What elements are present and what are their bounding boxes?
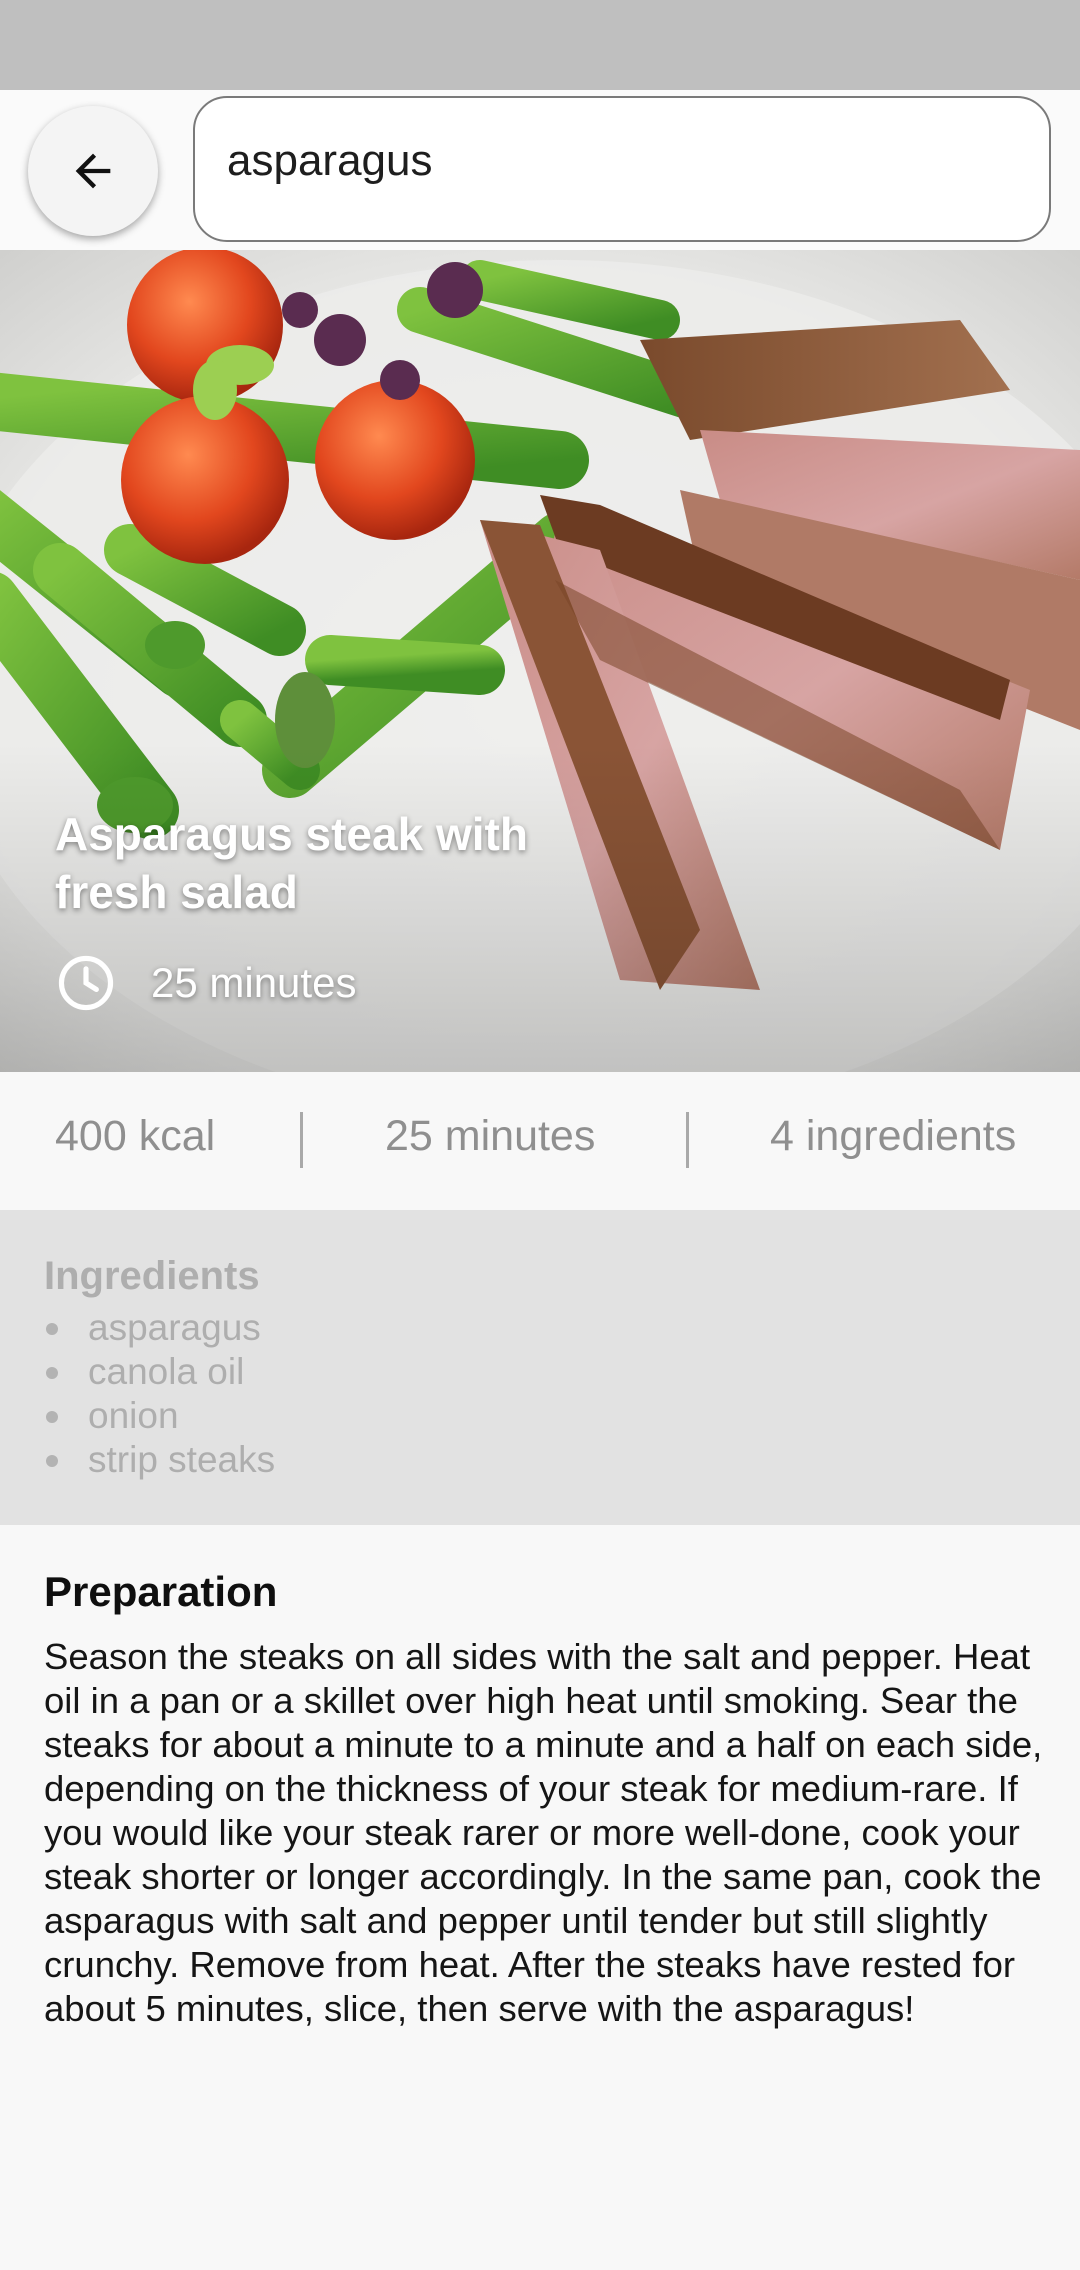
back-button[interactable] — [28, 106, 158, 236]
recipe-time-label: 25 minutes — [151, 959, 357, 1006]
ingredients-list: asparagus canola oil onion strip steaks — [44, 1306, 275, 1482]
preparation-section: Preparation Season the steaks on all sid… — [0, 1525, 1080, 2270]
duration-stat: 25 minutes — [385, 1112, 596, 1160]
stats-divider — [300, 1112, 303, 1168]
stats-divider — [686, 1112, 689, 1168]
calories-stat: 400 kcal — [55, 1112, 216, 1160]
ingredients-heading: Ingredients — [44, 1254, 260, 1298]
recipe-title: Asparagus steak with fresh salad — [55, 808, 528, 918]
top-bar — [0, 90, 1080, 250]
ingredient-item: onion — [44, 1394, 275, 1438]
ingredients-section: Ingredients asparagus canola oil onion s… — [0, 1210, 1080, 1525]
recipe-stats: 400 kcal 25 minutes 4 ingredients — [0, 1072, 1080, 1210]
preparation-heading: Preparation — [44, 1568, 278, 1615]
clock-icon — [58, 955, 114, 1011]
arrow-left-icon — [75, 153, 111, 189]
recipe-hero-image: Asparagus steak with fresh salad 25 minu… — [0, 250, 1080, 1072]
preparation-text: Season the steaks on all sides with the … — [44, 1636, 1043, 2029]
status-bar — [0, 0, 1080, 90]
ingredient-item: strip steaks — [44, 1438, 275, 1482]
ingredient-count-stat: 4 ingredients — [770, 1112, 1017, 1160]
ingredient-item: canola oil — [44, 1350, 275, 1394]
ingredient-item: asparagus — [44, 1306, 275, 1350]
recipe-time: 25 minutes — [55, 950, 356, 1016]
search-box[interactable] — [193, 96, 1051, 242]
steak-asparagus-photo — [0, 250, 1080, 1072]
search-input[interactable] — [227, 126, 1007, 196]
